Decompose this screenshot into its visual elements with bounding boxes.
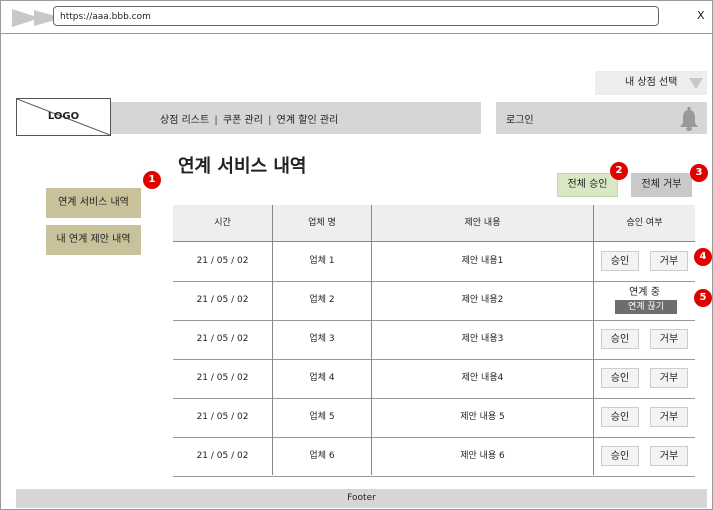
nav-item-coupon[interactable]: 쿠폰 관리 [223,115,263,126]
annotation-marker: 1 [143,171,161,189]
cell-approval: 연계 중연계 끊기 [594,281,695,320]
annotation-marker: 4 [694,248,712,266]
column-divider [371,205,372,475]
table-header: 시간 업체 명 제안 내용 승인 여부 [173,205,695,242]
cell-approval: 승인 거부 [594,398,695,437]
cell-proposal: 제안 내용2 [461,295,504,305]
reject-all-button[interactable]: 전체 거부 [631,173,692,197]
nav-separator: | [214,115,218,126]
main-nav: 상점 리스트 | 쿠폰 관리 | 연계 할인 관리 [160,111,338,126]
annotation-marker: 3 [690,164,708,182]
footer: Footer [16,489,707,508]
table-row: 21 / 05 / 02 업체 1 제안 내용1 승인 거부 [173,242,695,282]
reject-button[interactable]: 거부 [650,446,688,466]
cell-proposal: 제안 내용 6 [460,451,505,461]
logo-text: LOGO [47,111,80,122]
logo[interactable]: LOGO [16,98,111,136]
approve-button[interactable]: 승인 [601,251,639,271]
linked-status-text: 연계 중 [629,287,660,298]
cell-company: 업체 4 [309,373,335,383]
cell-time: 21 / 05 / 02 [196,295,249,305]
nav-separator: | [268,115,272,126]
cell-approval: 승인 거부 [594,359,695,398]
reject-button[interactable]: 거부 [650,407,688,427]
unlink-button[interactable]: 연계 끊기 [615,300,677,314]
reject-button[interactable]: 거부 [650,251,688,271]
chevron-down-icon[interactable] [689,78,703,89]
cell-company: 업체 5 [309,412,335,422]
nav-item-linked-discount[interactable]: 연계 할인 관리 [277,115,339,126]
cell-time: 21 / 05 / 02 [196,373,249,383]
column-header-time: 시간 [214,218,231,228]
cell-proposal: 제안 내용4 [461,373,504,383]
close-icon[interactable]: X [697,9,705,22]
approve-button[interactable]: 승인 [601,446,639,466]
bell-icon[interactable] [679,107,699,131]
cell-approval: 승인 거부 [594,242,695,281]
table-row: 21 / 05 / 02 업체 3 제안 내용3 승인 거부 [173,320,695,360]
cell-proposal: 제안 내용 5 [460,412,505,422]
cell-proposal: 제안 내용1 [461,256,504,266]
annotation-marker: 2 [610,162,628,180]
login-link[interactable]: 로그인 [506,111,534,126]
annotation-marker: 5 [694,289,712,307]
column-divider [593,205,594,475]
address-bar[interactable]: https://aaa.bbb.com [53,6,659,26]
cell-time: 21 / 05 / 02 [196,256,249,266]
cell-time: 21 / 05 / 02 [196,334,249,344]
column-header-company: 업체 명 [308,218,336,228]
approve-button[interactable]: 승인 [601,368,639,388]
cell-time: 21 / 05 / 02 [196,412,249,422]
table-row: 21 / 05 / 02 업체 6 제안 내용 6 승인 거부 [173,437,695,477]
reject-button[interactable]: 거부 [650,329,688,349]
cell-time: 21 / 05 / 02 [196,451,249,461]
cell-company: 업체 3 [309,334,335,344]
table-row: 21 / 05 / 02 업체 4 제안 내용4 승인 거부 [173,359,695,399]
nav-item-store-list[interactable]: 상점 리스트 [160,115,209,126]
table-row: 21 / 05 / 02 업체 5 제안 내용 5 승인 거부 [173,398,695,438]
cell-approval: 승인 거부 [594,320,695,359]
cell-proposal: 제안 내용3 [461,334,504,344]
cell-company: 업체 6 [309,451,335,461]
cell-company: 업체 1 [309,256,335,266]
column-divider [272,205,273,475]
sidebar-item-my-proposals[interactable]: 내 연계 제안 내역 [46,225,141,255]
cell-company: 업체 2 [309,295,335,305]
page-title: 연계 서비스 내역 [178,156,307,177]
column-header-proposal: 제안 내용 [464,218,501,228]
cell-approval: 승인 거부 [594,437,695,476]
sidebar-item-linked-services[interactable]: 연계 서비스 내역 [46,188,141,218]
table-row: 21 / 05 / 02 업체 2 제안 내용2 연계 중연계 끊기 [173,281,695,321]
approve-button[interactable]: 승인 [601,329,639,349]
approve-all-button[interactable]: 전체 승인 [557,173,618,197]
reject-button[interactable]: 거부 [650,368,688,388]
approve-button[interactable]: 승인 [601,407,639,427]
column-header-approval: 승인 여부 [626,218,663,228]
